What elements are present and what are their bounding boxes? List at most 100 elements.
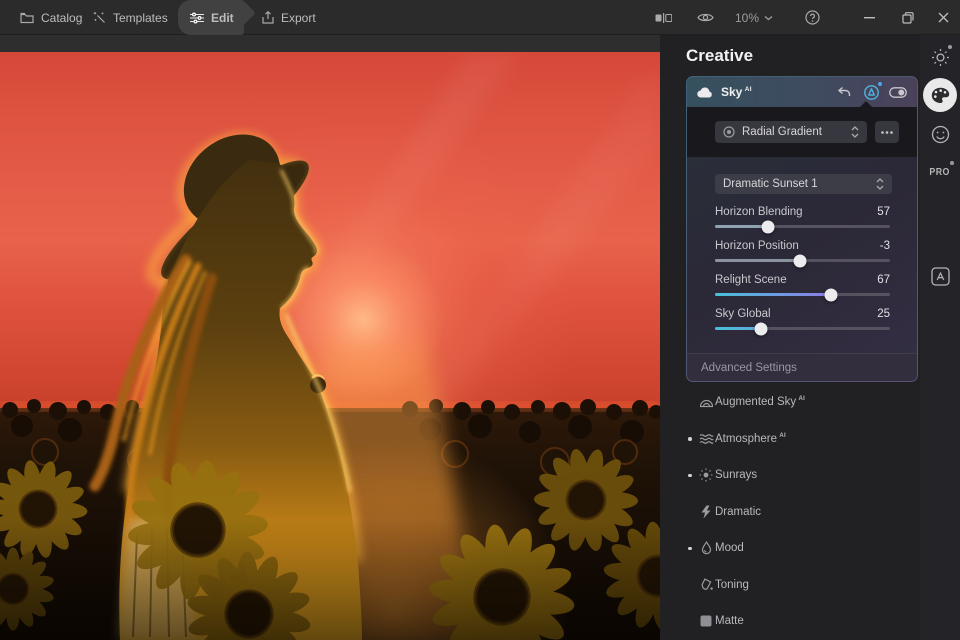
sky-ai-label: Sky AI: [721, 85, 752, 99]
compare-icon: [655, 12, 672, 23]
tool-mood[interactable]: Mood: [686, 530, 918, 567]
mask-button[interactable]: [860, 81, 882, 103]
tool-label: Augmented Sky AI: [715, 396, 806, 409]
tab-export-label: Export: [281, 10, 316, 25]
edited-dot: [688, 546, 692, 550]
update-dot: [950, 161, 954, 165]
export-icon: [262, 11, 274, 24]
slider-track[interactable]: [715, 254, 890, 267]
tab-catalog-label: Catalog: [41, 10, 83, 25]
fog-icon: [698, 433, 714, 445]
mask-more-button[interactable]: [875, 121, 899, 143]
radial-gradient-icon: [723, 126, 735, 138]
creative-tool-list: Augmented Sky AI Atmosphere AI Sunrays D…: [686, 384, 918, 640]
advanced-settings-button[interactable]: Advanced Settings: [687, 353, 917, 381]
slider-label: Horizon Blending: [715, 206, 803, 218]
active-tool-circle: [923, 78, 957, 112]
tool-augmented-sky[interactable]: Augmented Sky AI: [686, 384, 918, 421]
edited-dot: [688, 437, 692, 441]
tool-label: Matte: [715, 615, 744, 628]
tool-sunrays[interactable]: Sunrays: [686, 457, 918, 494]
mask-mode-select[interactable]: Radial Gradient: [715, 121, 867, 143]
tool-dramatic[interactable]: Dramatic: [686, 494, 918, 531]
zoom-dropdown[interactable]: 10%: [735, 0, 773, 35]
mask-mode-value: Radial Gradient: [742, 126, 822, 138]
tab-edit-active[interactable]: Edit: [178, 0, 244, 35]
undo-button[interactable]: [833, 81, 855, 103]
preview-button[interactable]: [694, 0, 716, 35]
visibility-toggle[interactable]: [887, 81, 909, 103]
rail-canvas-tool-button[interactable]: [920, 266, 960, 286]
mask-section: Radial Gradient: [687, 101, 917, 157]
slider-fill: [715, 259, 800, 262]
tab-catalog[interactable]: Catalog: [20, 0, 82, 35]
tab-export[interactable]: Export: [262, 0, 316, 35]
advanced-settings-label: Advanced Settings: [701, 361, 797, 374]
mask-icon: [863, 84, 879, 100]
slider-fill: [715, 225, 768, 228]
tool-label: Toning: [715, 578, 749, 591]
tab-templates-label: Templates: [113, 10, 168, 25]
update-dot: [948, 45, 952, 49]
maximize-button[interactable]: [897, 0, 919, 35]
visibility-toggle-icon: [889, 86, 907, 98]
slider-label: Relight Scene: [715, 274, 787, 286]
ai-superscript: AI: [744, 86, 752, 93]
edit-sidebar: Creative Sky AI Radial Gradient Dramatic…: [660, 35, 920, 640]
tab-templates[interactable]: Templates: [93, 0, 168, 35]
rail-essentials-button[interactable]: [920, 45, 960, 67]
slider-track[interactable]: [715, 220, 890, 233]
photo-artwork: [0, 52, 660, 640]
preset-select[interactable]: Dramatic Sunset 1: [715, 174, 892, 194]
creative-palette-icon: [931, 87, 949, 103]
rainbow-icon: [698, 396, 714, 408]
luminar-app-window: Catalog Templates Edit Export 10% Creati…: [0, 0, 960, 640]
close-button[interactable]: [932, 0, 954, 35]
select-chevrons-icon: [851, 126, 859, 138]
sky-ai-card: Sky AI Radial Gradient Dramatic Sunset 1…: [686, 76, 918, 382]
editor-canvas: [0, 35, 660, 640]
slider-track[interactable]: [715, 322, 890, 335]
close-icon: [938, 12, 948, 23]
titlebar: Catalog Templates Edit Export 10%: [0, 0, 960, 35]
slider-thumb[interactable]: [793, 254, 807, 267]
ellipsis-icon: [881, 130, 893, 134]
photo-canvas[interactable]: [0, 52, 660, 640]
select-chevrons-icon: [876, 178, 884, 190]
rail-pro-button[interactable]: PRO: [920, 161, 960, 182]
minimize-icon: [863, 16, 875, 18]
tool-atmosphere[interactable]: Atmosphere AI: [686, 421, 918, 458]
canvas-frame-icon: [930, 266, 950, 286]
square-icon: [698, 615, 714, 627]
tool-rail: PRO: [920, 35, 960, 640]
tool-matte[interactable]: Matte: [686, 603, 918, 640]
bucket-icon: [698, 578, 714, 591]
sky-ai-header[interactable]: Sky AI: [687, 77, 917, 107]
portrait-face-icon: [931, 125, 949, 143]
droplet-icon: [698, 541, 714, 555]
mask-edited-dot: [878, 82, 882, 86]
rail-portrait-button[interactable]: [920, 124, 960, 144]
maximize-icon: [902, 11, 914, 24]
rail-creative-button-active[interactable]: [920, 78, 960, 112]
compare-button[interactable]: [652, 0, 674, 35]
slider-thumb[interactable]: [761, 220, 774, 233]
tool-label: Dramatic: [715, 505, 762, 518]
undo-icon: [837, 86, 851, 96]
slider-track[interactable]: [715, 288, 890, 301]
help-icon: [804, 10, 820, 25]
slider-relight-scene: Relight Scene 67: [715, 274, 890, 301]
wand-icon: [93, 12, 105, 23]
mask-section-notch: [859, 101, 873, 108]
help-button[interactable]: [801, 0, 823, 35]
chevron-down-icon: [764, 15, 773, 20]
slider-value: -3: [879, 240, 890, 252]
slider-thumb[interactable]: [754, 322, 767, 335]
preset-value: Dramatic Sunset 1: [723, 178, 818, 190]
lightning-icon: [698, 505, 714, 519]
tool-toning[interactable]: Toning: [686, 567, 918, 604]
tool-label: Sunrays: [715, 469, 758, 482]
slider-fill: [715, 293, 831, 296]
minimize-button[interactable]: [858, 0, 880, 35]
slider-thumb[interactable]: [824, 288, 837, 301]
